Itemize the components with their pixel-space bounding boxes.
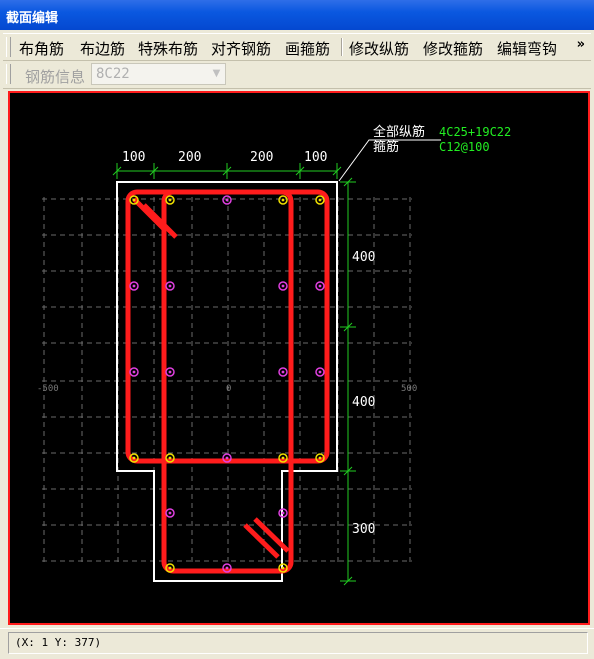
rebar-info-combo[interactable]: 8C22 ▼ xyxy=(91,63,226,85)
align-bar-button[interactable]: 对齐钢筋 xyxy=(211,38,271,59)
side-dim-2: 400 xyxy=(352,395,375,410)
axis-label-origin: 0 xyxy=(226,384,231,394)
side-rebar[interactable] xyxy=(129,367,139,377)
side-dim-3: 300 xyxy=(352,522,375,537)
side-rebar[interactable] xyxy=(278,367,288,377)
edit-stirrup-button[interactable]: 修改箍筋 xyxy=(423,38,483,59)
corner-rebar[interactable] xyxy=(165,195,175,205)
hook-stirrup-top-1 xyxy=(132,197,168,233)
side-rebar[interactable] xyxy=(315,281,325,291)
top-dim-4: 100 xyxy=(304,150,327,165)
side-rebar[interactable] xyxy=(315,367,325,377)
side-rebar[interactable] xyxy=(278,281,288,291)
top-dim-3: 200 xyxy=(250,150,273,165)
place-edge-bar-button[interactable]: 布边筋 xyxy=(80,38,125,59)
rebar-info-value: 8C22 xyxy=(96,66,130,82)
axis-label-right: 500 xyxy=(401,384,417,394)
section-drawing[interactable]: -500 500 0 100 200 200 100 400 400 300 全… xyxy=(10,93,588,623)
side-rebar[interactable] xyxy=(165,281,175,291)
title-bar: 截面编辑 xyxy=(0,0,594,30)
window-title: 截面编辑 xyxy=(6,11,59,26)
cursor-coordinates: (X: 1 Y: 377) xyxy=(15,636,102,649)
draw-stirrup-button[interactable]: 画箍筋 xyxy=(285,38,330,59)
rebar-info-label: 钢筋信息 xyxy=(25,68,86,86)
all-longitudinal-value[interactable]: 4C25+19C22 xyxy=(439,125,511,139)
top-dim-2: 200 xyxy=(178,150,201,165)
chevron-down-icon[interactable]: ▼ xyxy=(208,64,225,84)
corner-rebar[interactable] xyxy=(278,195,288,205)
axis-label-left: -500 xyxy=(37,384,59,394)
toolbar-separator xyxy=(341,38,343,56)
side-dim-1: 400 xyxy=(352,250,375,265)
side-rebar[interactable] xyxy=(129,281,139,291)
hook-stirrup-bottom-1 xyxy=(243,523,280,559)
toolbar-grip[interactable] xyxy=(6,37,11,57)
edit-hook-button[interactable]: 编辑弯钩 xyxy=(497,38,557,59)
stirrup-label: 箍筋 xyxy=(373,139,399,155)
rebar-info-toolbar: 钢筋信息 8C22 ▼ xyxy=(3,61,591,89)
section-drawing-canvas[interactable]: -500 500 0 100 200 200 100 400 400 300 全… xyxy=(8,91,590,625)
side-rebar[interactable] xyxy=(165,367,175,377)
place-corner-bar-button[interactable]: 布角筋 xyxy=(19,38,64,59)
toolbar-grip[interactable] xyxy=(6,64,11,84)
status-bar: (X: 1 Y: 377) xyxy=(0,628,594,659)
top-dimension-line xyxy=(112,163,342,179)
special-bar-button[interactable]: 特殊布筋 xyxy=(138,38,198,59)
side-rebar[interactable] xyxy=(165,508,175,518)
stirrup-value[interactable]: C12@100 xyxy=(439,140,490,154)
toolbar-overflow-chevron-icon[interactable]: » xyxy=(577,37,585,52)
top-dim-1: 100 xyxy=(122,150,145,165)
hook-stirrup-top-2 xyxy=(142,203,178,239)
all-longitudinal-label: 全部纵筋 xyxy=(373,124,425,140)
hook-stirrup-bottom-2 xyxy=(253,517,290,553)
corner-rebar[interactable] xyxy=(315,195,325,205)
main-toolbar: 布角筋 布边筋 特殊布筋 对齐钢筋 画箍筋 修改纵筋 修改箍筋 编辑弯钩 » xyxy=(3,33,591,61)
side-rebar[interactable] xyxy=(222,195,232,205)
status-panel: (X: 1 Y: 377) xyxy=(8,632,588,654)
edit-longitudinal-button[interactable]: 修改纵筋 xyxy=(349,38,409,59)
